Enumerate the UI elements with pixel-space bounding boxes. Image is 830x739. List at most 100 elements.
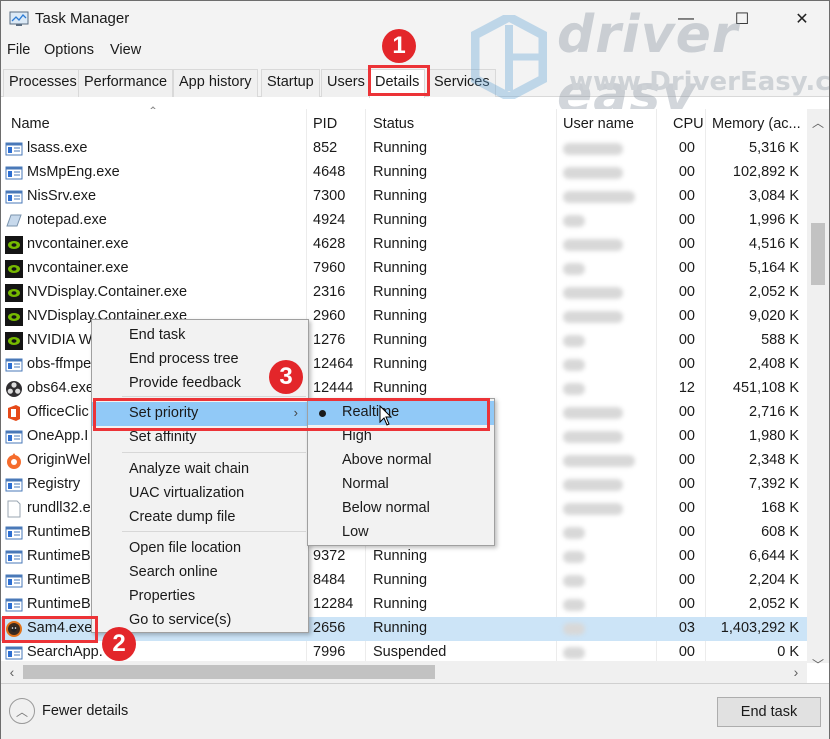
context-menu-item-uac-virtualization[interactable]: UAC virtualization [92,482,308,506]
nvidia-icon [5,308,23,326]
fewer-details-link[interactable]: Fewer details [42,703,128,719]
scroll-left-icon[interactable]: ‹ [1,661,23,683]
process-cpu: 00 [678,524,695,540]
menu-item-label: Create dump file [129,509,236,525]
user-name-redacted [563,599,585,611]
system-app-icon [5,548,23,566]
tab-app-history[interactable]: App history [173,69,258,97]
system-app-icon [5,596,23,614]
column-header-user-name[interactable]: User name [563,116,634,132]
vertical-scroll-thumb[interactable] [811,223,825,285]
context-menu-item-open-file-location[interactable]: Open file location [92,537,308,561]
file-icon [5,500,23,518]
system-app-icon [5,572,23,590]
user-name-redacted [563,167,623,179]
tab-services[interactable]: Services [428,69,496,97]
context-menu-item-end-task[interactable]: End task [92,324,308,348]
process-status: Running [373,308,428,324]
system-app-icon [5,644,23,662]
menu-file[interactable]: File [7,42,30,58]
process-pid: 4628 [313,236,346,252]
process-name: OfficeClic [27,404,89,420]
process-memory: 6,644 K [749,548,799,564]
user-name-redacted [563,455,635,467]
table-row[interactable]: notepad.exe 4924 Running 00 1,996 K [1,209,807,233]
user-name-redacted [563,215,585,227]
process-name: SearchApp. [27,644,103,660]
scroll-right-icon[interactable]: › [785,661,807,683]
process-memory: 2,052 K [749,596,799,612]
menu-item-label: Analyze wait chain [129,461,250,477]
priority-option-low[interactable]: Low [308,521,494,545]
process-memory: 0 K [777,644,799,660]
menu-item-label: Set affinity [129,429,197,445]
process-memory: 2,348 K [749,452,799,468]
tab-startup[interactable]: Startup [261,69,320,97]
process-cpu: 00 [678,284,695,300]
end-task-button[interactable]: End task [717,697,821,727]
footer: ︿ Fewer details End task [1,683,829,739]
tab-processes[interactable]: Processes [3,69,83,97]
menu-item-label: Provide feedback [129,375,242,391]
column-header-pid[interactable]: PID [313,116,337,132]
table-row[interactable]: NVDisplay.Container.exe 2316 Running 00 2,05… [1,281,807,305]
priority-option-below-normal[interactable]: Below normal [308,497,494,521]
menu-item-label: Search online [129,564,218,580]
tab-performance[interactable]: Performance [78,69,174,97]
scroll-up-icon[interactable]: ︿ [807,113,829,131]
process-name: MsMpEng.exe [27,164,120,180]
tab-users[interactable]: Users [321,69,371,97]
table-row[interactable]: nvcontainer.exe 7960 Running 00 5,164 K [1,257,807,281]
table-row[interactable]: NisSrv.exe 7300 Running 00 3,084 K [1,185,807,209]
horizontal-scrollbar[interactable]: ‹ › [1,661,807,683]
minimize-button[interactable]: — [663,1,709,37]
system-app-icon [5,188,23,206]
table-row[interactable]: MsMpEng.exe 4648 Running 00 102,892 K [1,161,807,185]
process-cpu: 03 [678,620,695,636]
process-pid: 1276 [313,332,346,348]
nvidia-icon [5,332,23,350]
system-app-icon [5,524,23,542]
menu-item-label: Normal [342,476,389,492]
menu-item-label: Above normal [342,452,432,468]
process-status: Running [373,596,428,612]
user-name-redacted [563,239,623,251]
priority-option-above-normal[interactable]: Above normal [308,449,494,473]
chevron-up-circle-icon[interactable]: ︿ [9,698,35,724]
maximize-button[interactable]: ☐ [719,1,765,37]
horizontal-scroll-thumb[interactable] [23,665,435,679]
nvidia-icon [5,236,23,254]
table-row[interactable]: nvcontainer.exe 4628 Running 00 4,516 K [1,233,807,257]
column-header-name[interactable]: Name [11,116,50,132]
menu-options[interactable]: Options [44,42,94,58]
process-pid: 9372 [313,548,346,564]
process-name: rundll32.e [27,500,91,516]
process-name: OriginWel [27,452,91,468]
context-menu-item-create-dump-file[interactable]: Create dump file [92,506,308,530]
priority-option-normal[interactable]: Normal [308,473,494,497]
vertical-scrollbar[interactable]: ︿ ﹀ [807,109,829,672]
process-status: Suspended [373,644,447,660]
menu-view[interactable]: View [110,42,141,58]
close-button[interactable]: ✕ [779,1,825,37]
process-status: Running [373,332,428,348]
office-icon [5,404,23,422]
close-icon: ✕ [795,11,809,28]
menu-item-label: Below normal [342,500,430,516]
process-cpu: 00 [678,332,695,348]
process-memory: 5,316 K [749,140,799,156]
column-header-cpu[interactable]: CPU [673,116,704,132]
menu-separator [122,396,306,397]
process-cpu: 00 [678,140,695,156]
table-row[interactable]: lsass.exe 852 Running 00 5,316 K [1,137,807,161]
scroll-down-icon[interactable]: ﹀ [807,655,829,673]
context-menu-item-search-online[interactable]: Search online [92,561,308,585]
column-header-status[interactable]: Status [373,116,414,132]
context-menu-item-properties[interactable]: Properties [92,585,308,609]
process-pid: 12284 [313,596,354,612]
table-header: Name PID Status User name CPU Memory (ac… [1,109,807,137]
menu-item-label: End process tree [129,351,239,367]
process-name: RuntimeB [27,596,91,612]
context-menu-item-analyze-wait-chain[interactable]: Analyze wait chain [92,458,308,482]
column-header-memory[interactable]: Memory (ac... [712,116,801,132]
